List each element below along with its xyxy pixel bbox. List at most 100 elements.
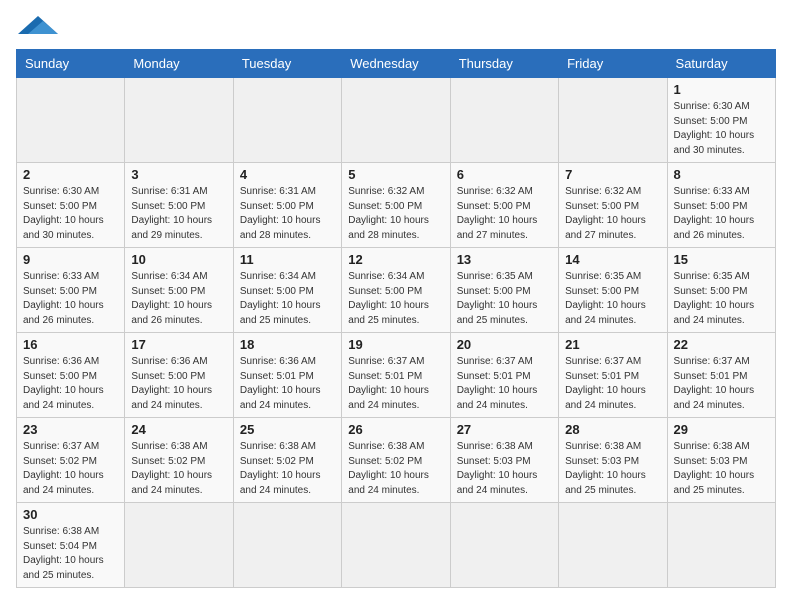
day-info: Sunrise: 6:34 AMSunset: 5:00 PMDaylight:… (240, 270, 335, 328)
calendar-cell: 2 Sunrise: 6:30 AMSunset: 5:00 PMDaylight… (17, 163, 125, 248)
calendar-cell (559, 78, 667, 163)
day-number: 1 (674, 82, 769, 97)
day-number: 13 (457, 252, 552, 267)
calendar-cell: 27 Sunrise: 6:38 AMSunset: 5:03 PMDayligh… (450, 418, 558, 503)
weekday-header-tuesday: Tuesday (233, 50, 341, 78)
day-info: Sunrise: 6:30 AMSunset: 5:00 PMDaylight:… (674, 100, 769, 158)
day-info: Sunrise: 6:34 AMSunset: 5:00 PMDaylight:… (131, 270, 226, 328)
day-number: 17 (131, 337, 226, 352)
day-info: Sunrise: 6:37 AMSunset: 5:01 PMDaylight:… (674, 355, 769, 413)
calendar-cell: 14Sunrise: 6:35 AMSunset: 5:00 PMDayligh… (559, 248, 667, 333)
calendar-cell (342, 78, 450, 163)
weekday-header-wednesday: Wednesday (342, 50, 450, 78)
calendar-cell: 6 Sunrise: 6:32 AMSunset: 5:00 PMDaylight… (450, 163, 558, 248)
day-number: 28 (565, 422, 660, 437)
day-info: Sunrise: 6:32 AMSunset: 5:00 PMDaylight:… (348, 185, 443, 243)
calendar-cell (233, 78, 341, 163)
calendar-cell: 7 Sunrise: 6:32 AMSunset: 5:00 PMDaylight… (559, 163, 667, 248)
calendar-cell: 4Sunrise: 6:31 AMSunset: 5:00 PMDaylight… (233, 163, 341, 248)
calendar-cell: 18 Sunrise: 6:36 AMSunset: 5:01 PMDayligh… (233, 333, 341, 418)
weekday-header-monday: Monday (125, 50, 233, 78)
day-info: Sunrise: 6:37 AMSunset: 5:02 PMDaylight:… (23, 440, 118, 498)
day-info: Sunrise: 6:37 AMSunset: 5:01 PMDaylight:… (565, 355, 660, 413)
day-info: Sunrise: 6:36 AMSunset: 5:00 PMDaylight:… (131, 355, 226, 413)
day-info: Sunrise: 6:38 AMSunset: 5:02 PMDaylight:… (348, 440, 443, 498)
calendar-cell (125, 503, 233, 588)
week-row-5: 23 Sunrise: 6:37 AMSunset: 5:02 PMDayligh… (17, 418, 776, 503)
logo-icon (18, 16, 58, 34)
calendar-cell: 9 Sunrise: 6:33 AMSunset: 5:00 PMDaylight… (17, 248, 125, 333)
day-number: 27 (457, 422, 552, 437)
day-number: 12 (348, 252, 443, 267)
calendar-cell: 17 Sunrise: 6:36 AMSunset: 5:00 PMDayligh… (125, 333, 233, 418)
calendar-cell: 10Sunrise: 6:34 AMSunset: 5:00 PMDayligh… (125, 248, 233, 333)
day-number: 23 (23, 422, 118, 437)
day-info: Sunrise: 6:38 AMSunset: 5:02 PMDaylight:… (131, 440, 226, 498)
calendar-cell: 12 Sunrise: 6:34 AMSunset: 5:00 PMDayligh… (342, 248, 450, 333)
week-row-2: 2 Sunrise: 6:30 AMSunset: 5:00 PMDaylight… (17, 163, 776, 248)
day-number: 9 (23, 252, 118, 267)
day-number: 11 (240, 252, 335, 267)
calendar-cell (667, 503, 775, 588)
day-info: Sunrise: 6:33 AMSunset: 5:00 PMDaylight:… (674, 185, 769, 243)
day-number: 6 (457, 167, 552, 182)
week-row-1: 1 Sunrise: 6:30 AMSunset: 5:00 PMDaylight… (17, 78, 776, 163)
week-row-3: 9 Sunrise: 6:33 AMSunset: 5:00 PMDaylight… (17, 248, 776, 333)
weekday-header-saturday: Saturday (667, 50, 775, 78)
weekday-header-row: SundayMondayTuesdayWednesdayThursdayFrid… (17, 50, 776, 78)
calendar-cell (559, 503, 667, 588)
day-info: Sunrise: 6:31 AMSunset: 5:00 PMDaylight:… (131, 185, 226, 243)
day-number: 2 (23, 167, 118, 182)
day-number: 5 (348, 167, 443, 182)
day-number: 14 (565, 252, 660, 267)
calendar-cell: 8Sunrise: 6:33 AMSunset: 5:00 PMDaylight… (667, 163, 775, 248)
calendar-cell (342, 503, 450, 588)
week-row-4: 16Sunrise: 6:36 AMSunset: 5:00 PMDayligh… (17, 333, 776, 418)
calendar-table: SundayMondayTuesdayWednesdayThursdayFrid… (16, 49, 776, 588)
calendar-cell: 25 Sunrise: 6:38 AMSunset: 5:02 PMDayligh… (233, 418, 341, 503)
day-info: Sunrise: 6:30 AMSunset: 5:00 PMDaylight:… (23, 185, 118, 243)
day-number: 26 (348, 422, 443, 437)
calendar-cell: 13 Sunrise: 6:35 AMSunset: 5:00 PMDayligh… (450, 248, 558, 333)
calendar-cell: 24Sunrise: 6:38 AMSunset: 5:02 PMDayligh… (125, 418, 233, 503)
day-number: 3 (131, 167, 226, 182)
day-number: 20 (457, 337, 552, 352)
weekday-header-thursday: Thursday (450, 50, 558, 78)
day-info: Sunrise: 6:33 AMSunset: 5:00 PMDaylight:… (23, 270, 118, 328)
day-number: 25 (240, 422, 335, 437)
day-number: 30 (23, 507, 118, 522)
calendar-cell: 19Sunrise: 6:37 AMSunset: 5:01 PMDayligh… (342, 333, 450, 418)
day-info: Sunrise: 6:35 AMSunset: 5:00 PMDaylight:… (674, 270, 769, 328)
day-number: 21 (565, 337, 660, 352)
calendar-cell: 28 Sunrise: 6:38 AMSunset: 5:03 PMDayligh… (559, 418, 667, 503)
calendar-cell: 22Sunrise: 6:37 AMSunset: 5:01 PMDayligh… (667, 333, 775, 418)
day-info: Sunrise: 6:38 AMSunset: 5:03 PMDaylight:… (565, 440, 660, 498)
weekday-header-sunday: Sunday (17, 50, 125, 78)
day-info: Sunrise: 6:38 AMSunset: 5:04 PMDaylight:… (23, 525, 118, 583)
calendar-cell: 11 Sunrise: 6:34 AMSunset: 5:00 PMDayligh… (233, 248, 341, 333)
day-info: Sunrise: 6:34 AMSunset: 5:00 PMDaylight:… (348, 270, 443, 328)
day-number: 18 (240, 337, 335, 352)
calendar-cell: 1 Sunrise: 6:30 AMSunset: 5:00 PMDaylight… (667, 78, 775, 163)
day-info: Sunrise: 6:38 AMSunset: 5:03 PMDaylight:… (674, 440, 769, 498)
day-info: Sunrise: 6:35 AMSunset: 5:00 PMDaylight:… (457, 270, 552, 328)
day-info: Sunrise: 6:36 AMSunset: 5:00 PMDaylight:… (23, 355, 118, 413)
calendar-cell: 29Sunrise: 6:38 AMSunset: 5:03 PMDayligh… (667, 418, 775, 503)
day-info: Sunrise: 6:37 AMSunset: 5:01 PMDaylight:… (348, 355, 443, 413)
day-info: Sunrise: 6:32 AMSunset: 5:00 PMDaylight:… (565, 185, 660, 243)
calendar-cell (233, 503, 341, 588)
day-number: 7 (565, 167, 660, 182)
calendar-cell: 3 Sunrise: 6:31 AMSunset: 5:00 PMDaylight… (125, 163, 233, 248)
page-header (16, 16, 776, 39)
calendar-cell: 26 Sunrise: 6:38 AMSunset: 5:02 PMDayligh… (342, 418, 450, 503)
day-info: Sunrise: 6:38 AMSunset: 5:03 PMDaylight:… (457, 440, 552, 498)
calendar-cell: 30 Sunrise: 6:38 AMSunset: 5:04 PMDayligh… (17, 503, 125, 588)
day-number: 15 (674, 252, 769, 267)
calendar-cell (125, 78, 233, 163)
day-info: Sunrise: 6:32 AMSunset: 5:00 PMDaylight:… (457, 185, 552, 243)
calendar-cell: 15 Sunrise: 6:35 AMSunset: 5:00 PMDayligh… (667, 248, 775, 333)
day-info: Sunrise: 6:38 AMSunset: 5:02 PMDaylight:… (240, 440, 335, 498)
day-info: Sunrise: 6:37 AMSunset: 5:01 PMDaylight:… (457, 355, 552, 413)
day-info: Sunrise: 6:31 AMSunset: 5:00 PMDaylight:… (240, 185, 335, 243)
day-info: Sunrise: 6:36 AMSunset: 5:01 PMDaylight:… (240, 355, 335, 413)
